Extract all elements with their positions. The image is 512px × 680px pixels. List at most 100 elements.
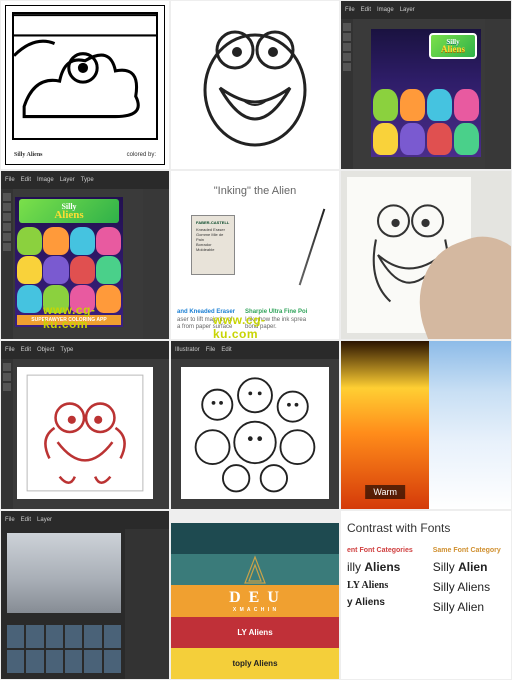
tool-icon[interactable]: [343, 43, 351, 51]
menu-item[interactable]: Edit: [21, 347, 31, 353]
tool-icon[interactable]: [3, 203, 11, 211]
web-row: [171, 523, 339, 554]
col-heading: ent Font Categories: [347, 547, 413, 554]
thumbnail[interactable]: [26, 650, 43, 673]
menu-item[interactable]: File: [5, 177, 15, 183]
thumbnail[interactable]: [65, 650, 82, 673]
menu-item[interactable]: Layer: [37, 517, 52, 523]
tool-icon[interactable]: [3, 373, 11, 381]
font-sample: illy Aliens: [347, 560, 413, 574]
menu-item[interactable]: Image: [37, 177, 54, 183]
menu-item[interactable]: File: [5, 347, 15, 353]
space-artwork: Silly Aliens: [371, 29, 481, 157]
menu-item[interactable]: Layer: [400, 7, 415, 13]
tile-sketch-face[interactable]: [170, 0, 340, 170]
photoshop-toolbar: [1, 189, 13, 339]
photoshop-menubar: File Edit Image Layer Type: [1, 171, 169, 189]
tile-photoshop-app[interactable]: File Edit Image Layer Type Silly Aliens …: [0, 170, 170, 340]
web-row: LY Aliens: [171, 617, 339, 648]
font-sample: y Aliens: [347, 597, 413, 608]
thumbnail[interactable]: [84, 650, 101, 673]
tool-icon[interactable]: [3, 223, 11, 231]
thumbnail[interactable]: [65, 625, 82, 648]
brand-silly: Silly: [14, 152, 25, 158]
thumbnail[interactable]: [26, 625, 43, 648]
kneaded-eraser: FABER-CASTELL Kneaded Eraser Gomme Mie d…: [191, 215, 235, 275]
photoshop-panels: [143, 189, 169, 339]
font-sample: Silly Alien: [433, 600, 501, 614]
illustrator-toolbar: [1, 359, 13, 509]
tool-icon[interactable]: [343, 63, 351, 71]
tile-font-contrast[interactable]: Contrast with Fonts ent Font Categories …: [340, 510, 512, 680]
colored-by-label: colored by:: [127, 152, 156, 158]
tile-illustrator-single[interactable]: File Edit Object Type: [0, 340, 170, 510]
warm-label: Warm: [365, 485, 405, 499]
tool-icon[interactable]: [343, 53, 351, 61]
menu-item[interactable]: Edit: [21, 177, 31, 183]
watermark: www.cg-ku.com: [213, 313, 297, 340]
illustrator-canvas: [17, 367, 153, 499]
menu-item[interactable]: Type: [81, 177, 94, 183]
illustrator-menubar: Illustrator File Edit: [171, 341, 339, 359]
tool-icon[interactable]: [3, 383, 11, 391]
thumbnail[interactable]: [7, 625, 24, 648]
menu-item[interactable]: Object: [37, 347, 54, 353]
thumbnail[interactable]: [7, 650, 24, 673]
deus-sub: X M A C H I N: [229, 607, 281, 613]
menu-item[interactable]: Illustrator: [175, 347, 200, 353]
snow-image: [429, 341, 511, 509]
logo-aliens: Aliens: [441, 44, 465, 54]
col-heading: Same Font Category: [433, 547, 501, 554]
menu-item[interactable]: File: [345, 7, 355, 13]
tile-photoshop-space[interactable]: File Edit Image Layer Silly Aliens: [340, 0, 512, 170]
thumbnail[interactable]: [104, 650, 121, 673]
tile-web-typography[interactable]: D E U X M A C H I N LY Aliens toply Alie…: [170, 510, 340, 680]
coloring-page: Silly Aliens colored by:: [5, 5, 165, 165]
menu-item[interactable]: Type: [60, 347, 73, 353]
font-sample: Silly Aliens: [433, 580, 501, 594]
thumbnail[interactable]: [46, 625, 63, 648]
menu-item[interactable]: Edit: [361, 7, 371, 13]
tool-icon[interactable]: [3, 193, 11, 201]
thumbnail-strip: [7, 625, 121, 673]
tool-icon[interactable]: [3, 213, 11, 221]
app-logo: Silly Aliens: [19, 199, 119, 223]
tile-hand-drawing[interactable]: [340, 170, 512, 340]
brand-aliens: Aliens: [27, 152, 43, 158]
eraser-text: Kneaded Eraser Gomme Mie de Pain Borrado…: [196, 227, 230, 252]
illustrator-canvas: [181, 367, 329, 499]
hand-drawing-photo: [341, 171, 511, 339]
illustrator-menubar: File Edit Object Type: [1, 341, 169, 359]
menu-item[interactable]: Edit: [221, 347, 231, 353]
tile-warm-cool[interactable]: Warm: [340, 340, 512, 510]
menu-item[interactable]: Edit: [21, 517, 31, 523]
tile-bridge[interactable]: File Edit Layer: [0, 510, 170, 680]
tool-icon[interactable]: [3, 363, 11, 371]
thumbnail[interactable]: [84, 625, 101, 648]
web-row: toply Aliens: [171, 648, 339, 679]
menu-item[interactable]: File: [206, 347, 216, 353]
thumbnail[interactable]: [46, 650, 63, 673]
tool-icon[interactable]: [3, 243, 11, 251]
thumbnail[interactable]: [104, 625, 121, 648]
eraser-brand: FABER-CASTELL: [196, 220, 230, 225]
tool-icon[interactable]: [3, 233, 11, 241]
cartoon-face-sketch: [185, 10, 325, 160]
photoshop-panels: [485, 19, 511, 169]
photoshop-toolbar: [341, 19, 353, 169]
tile-coloring-page[interactable]: Silly Aliens colored by:: [0, 0, 170, 170]
font-column-right: Same Font Category Silly Alien Silly Ali…: [433, 547, 501, 614]
tool-icon[interactable]: [343, 23, 351, 31]
tile-inking-slide[interactable]: "Inking" the Alien FABER-CASTELL Kneaded…: [170, 170, 340, 340]
tile-illustrator-crowd[interactable]: Illustrator File Edit: [170, 340, 340, 510]
menu-item[interactable]: Layer: [60, 177, 75, 183]
sharpie-pen: [299, 209, 326, 286]
fire-image: Warm: [341, 341, 429, 509]
thumbnail-grid: Silly Aliens colored by: File Edit Image…: [0, 0, 512, 680]
bridge-menubar: File Edit Layer: [1, 511, 169, 529]
font-sample: LY Aliens: [347, 580, 413, 591]
menu-item[interactable]: File: [5, 517, 15, 523]
tool-icon[interactable]: [343, 33, 351, 41]
web-row: [171, 554, 339, 585]
menu-item[interactable]: Image: [377, 7, 394, 13]
